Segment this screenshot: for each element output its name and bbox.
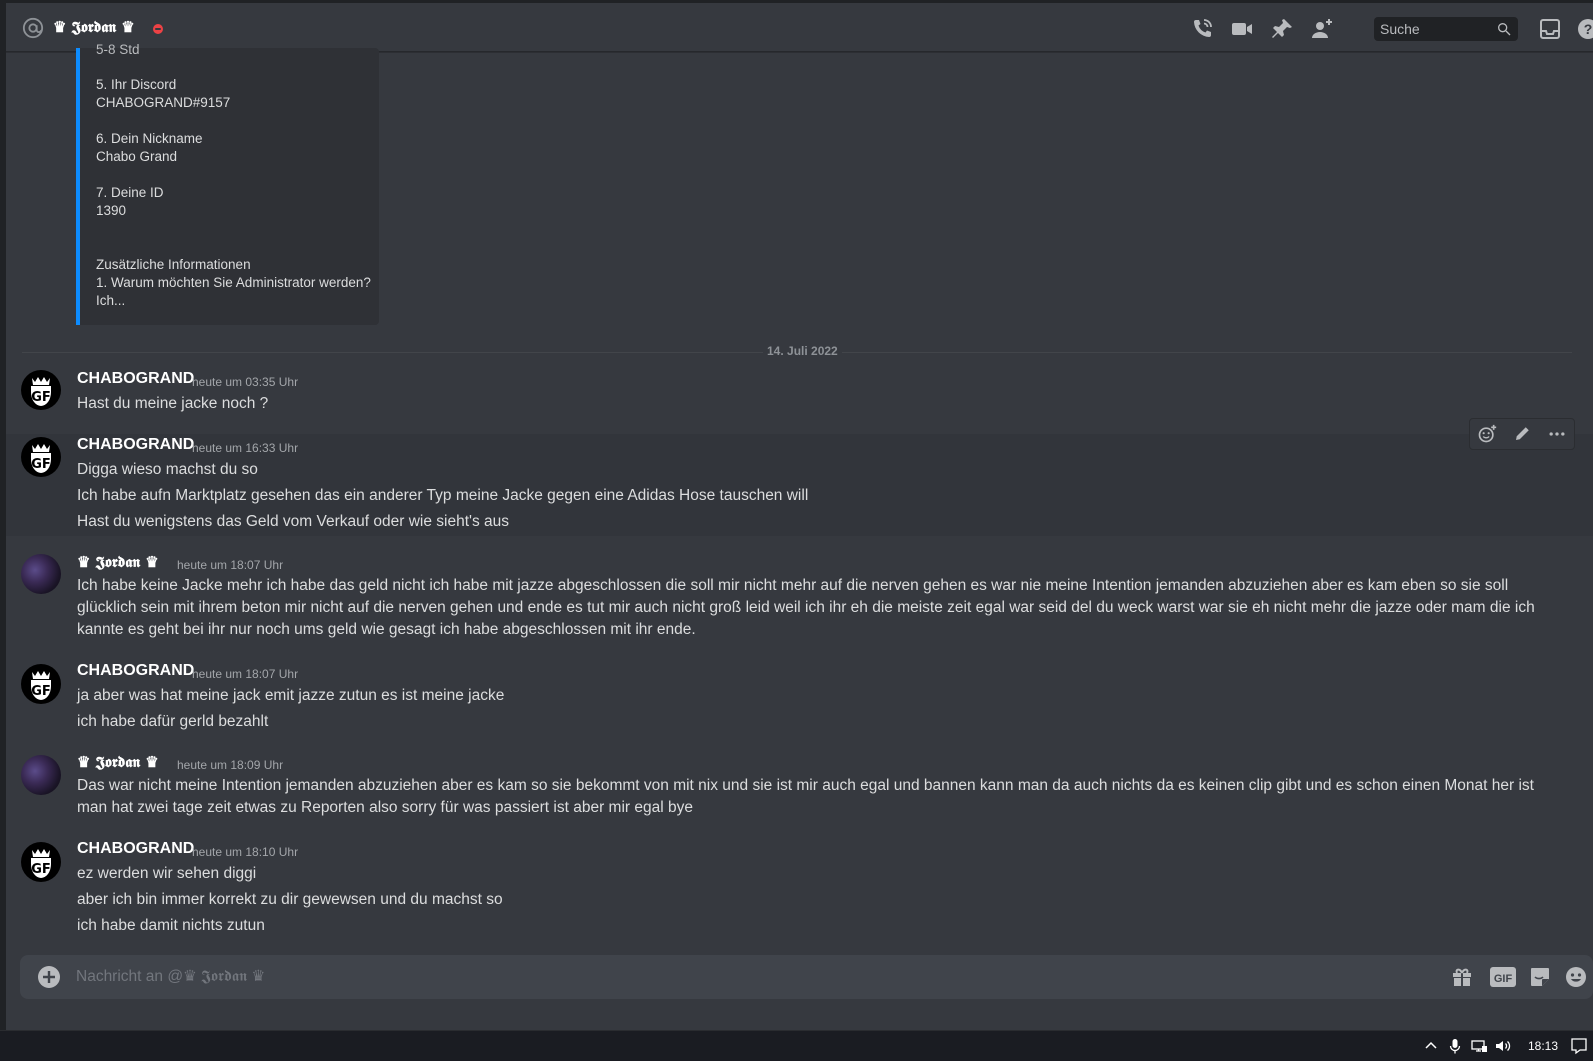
pencil-icon	[1515, 427, 1529, 440]
application-embed: 5-8 Std 5. Ihr Discord CHABOGRAND#9157 6…	[76, 42, 379, 325]
message-author[interactable]: CHABOGRAND	[77, 840, 194, 858]
message-text: Ich habe keine Jacke mehr ich habe das g…	[77, 577, 1535, 638]
gf-logo-icon: GF	[31, 671, 51, 700]
at-icon	[22, 17, 44, 39]
message-text: Hast du meine jacke noch ?	[77, 395, 269, 412]
more-options-button[interactable]	[1545, 422, 1569, 446]
dnd-status-icon	[153, 24, 163, 34]
message-timestamp: heute um 18:07 Uhr	[192, 667, 299, 681]
search-icon	[1498, 22, 1511, 36]
message-text: Digga wieso machst du so	[77, 461, 258, 478]
phone-call-icon[interactable]	[1190, 17, 1214, 41]
gif-label: GIF	[1493, 973, 1513, 985]
help-icon[interactable]: ?	[1576, 17, 1593, 41]
message-timestamp: heute um 18:07 Uhr	[177, 558, 284, 572]
gf-logo-icon: GF	[31, 849, 51, 878]
add-reaction-button[interactable]	[1475, 422, 1499, 446]
discord-window: ♛ 𝕵𝖔𝖗𝖉𝖆𝖓 ♛ Suche ? 5-8 Std 5. Ihr Discor…	[0, 0, 1593, 1061]
avatar[interactable]: GF	[21, 842, 61, 882]
avatar[interactable]: GF	[21, 370, 61, 410]
channel-header: ♛ 𝕵𝖔𝖗𝖉𝖆𝖓 ♛ Suche ?	[6, 0, 1593, 52]
search-input[interactable]	[1374, 17, 1484, 41]
gif-button[interactable]: GIF	[1490, 967, 1516, 987]
video-icon[interactable]	[1230, 17, 1254, 41]
message-timestamp: heute um 03:35 Uhr	[192, 375, 299, 389]
upload-button[interactable]	[38, 966, 60, 988]
emoji-icon[interactable]	[1564, 965, 1588, 989]
embed-field-value: 1390	[96, 203, 127, 218]
system-taskbar: 18:13	[0, 1030, 1593, 1061]
message-text: Ich habe aufn Marktplatz gesehen das ein…	[77, 487, 809, 504]
network-icon[interactable]	[1470, 1037, 1488, 1055]
avatar[interactable]: GF	[21, 437, 61, 477]
message-author[interactable]: ♛ 𝕵𝖔𝖗𝖉𝖆𝖓 ♛	[77, 753, 159, 771]
more-dots-icon	[1549, 432, 1565, 436]
gf-logo-icon: GF	[31, 444, 51, 473]
message-text: ich habe dafür gerld bezahlt	[77, 713, 269, 730]
message-timestamp: heute um 18:09 Uhr	[177, 758, 284, 772]
notification-center-icon[interactable]	[1570, 1037, 1588, 1055]
sticker-icon[interactable]	[1528, 965, 1552, 989]
svg-text:GF: GF	[31, 390, 51, 405]
message-toolbar	[1469, 418, 1575, 450]
add-user-icon[interactable]	[1310, 17, 1334, 41]
plus-icon	[43, 971, 55, 983]
svg-text:GF: GF	[31, 457, 51, 472]
message-text: Hast du wenigstens das Geld vom Verkauf …	[77, 513, 510, 530]
date-divider-label: 14. Juli 2022	[763, 344, 842, 358]
avatar[interactable]	[21, 755, 61, 795]
embed-field-label: 6. Dein Nickname	[96, 131, 203, 146]
message-composer: GIF	[20, 955, 1593, 999]
message-text: Das war nicht meine Intention jemanden a…	[77, 777, 1534, 816]
embed-field-value: CHABOGRAND#9157	[96, 95, 231, 110]
message-author[interactable]: ♛ 𝕵𝖔𝖗𝖉𝖆𝖓 ♛	[77, 553, 159, 571]
edit-message-button[interactable]	[1510, 422, 1534, 446]
embed-section-title: Zusätzliche Informationen	[96, 257, 251, 272]
microphone-icon[interactable]	[1446, 1037, 1464, 1055]
message-author[interactable]: CHABOGRAND	[77, 370, 194, 388]
avatar[interactable]	[21, 554, 61, 594]
message-text: aber ich bin immer korrekt zu dir gewews…	[77, 891, 503, 908]
message-timestamp: heute um 16:33 Uhr	[192, 441, 299, 455]
message-author[interactable]: CHABOGRAND	[77, 662, 194, 680]
avatar[interactable]: GF	[21, 664, 61, 704]
embed-cut-line: 5-8 Std	[96, 42, 140, 57]
svg-text:GF: GF	[31, 684, 51, 699]
gf-logo-icon: GF	[31, 377, 51, 406]
pin-icon[interactable]	[1270, 17, 1294, 41]
embed-field-label: 7. Deine ID	[96, 185, 164, 200]
embed-field-label: 1. Warum möchten Sie Administrator werde…	[96, 275, 371, 290]
embed-field-value: Ich...	[96, 293, 126, 308]
message-input[interactable]	[76, 955, 1376, 999]
gift-icon[interactable]	[1450, 965, 1474, 989]
svg-text:?: ?	[1584, 21, 1593, 37]
message-text: ich habe damit nichts zutun	[77, 917, 265, 934]
volume-icon[interactable]	[1494, 1037, 1512, 1055]
dm-recipient-name[interactable]: ♛ 𝕵𝖔𝖗𝖉𝖆𝖓 ♛	[53, 18, 135, 36]
message-author[interactable]: CHABOGRAND	[77, 436, 194, 454]
svg-text:GF: GF	[31, 862, 51, 877]
message-timestamp: heute um 18:10 Uhr	[192, 845, 299, 859]
embed-field-value: Chabo Grand	[96, 149, 178, 164]
search-bar[interactable]	[1374, 17, 1518, 41]
inbox-icon[interactable]	[1538, 17, 1562, 41]
message-text: ez werden wir sehen diggi	[77, 865, 257, 882]
chevron-up-icon[interactable]	[1422, 1037, 1440, 1055]
taskbar-clock[interactable]: 18:13	[1528, 1039, 1558, 1053]
embed-field-label: 5. Ihr Discord	[96, 77, 177, 92]
add-reaction-icon	[1478, 424, 1497, 443]
message-text: ja aber was hat meine jack emit jazze zu…	[77, 687, 505, 704]
